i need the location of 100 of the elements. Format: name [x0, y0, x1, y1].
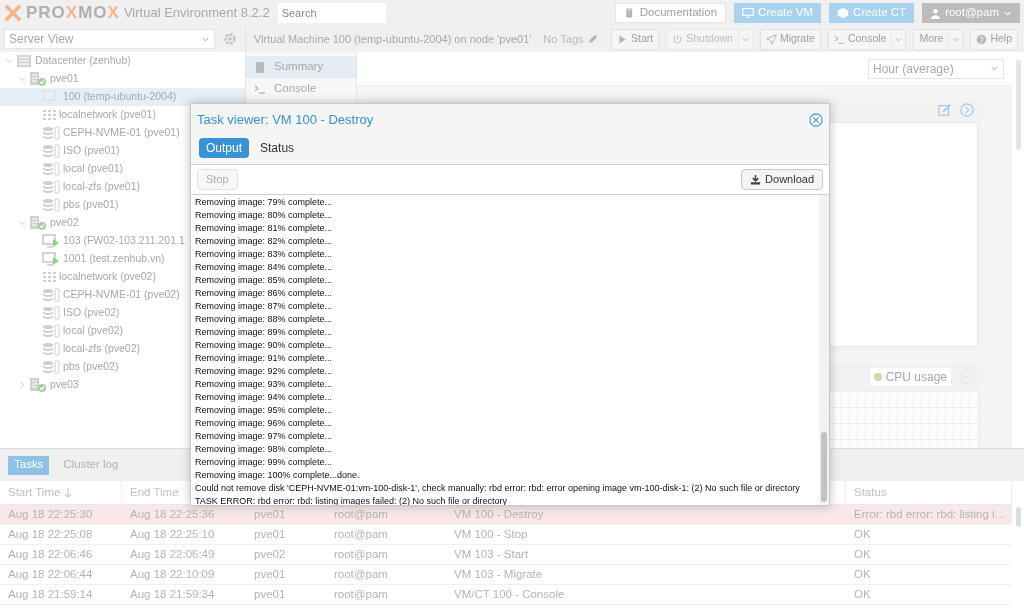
tab[interactable]: Status [253, 138, 302, 158]
column-header[interactable]: End Time [130, 483, 179, 502]
database-icon [42, 306, 60, 320]
log-line: Removing image: 79% complete... [195, 196, 333, 209]
log-line: Removing image: 89% complete... [195, 326, 333, 339]
chevron-down-icon[interactable] [18, 75, 26, 83]
close-icon[interactable] [809, 113, 823, 127]
toolbar-button[interactable]: Console [827, 28, 907, 50]
table-cell-text: pve01 [253, 506, 287, 522]
table-cell-text: pve01 [253, 566, 287, 582]
server-check-icon [29, 215, 47, 231]
log-line: Removing image: 94% complete... [195, 391, 333, 404]
view-selector[interactable]: Server View [4, 29, 215, 49]
table-cell-text: VM 100 - Destroy [453, 506, 545, 522]
vm-title: Virtual Machine 100 (temp-ubuntu-2004) on node 'pve01' [254, 31, 532, 47]
log-line: Removing image: 87% complete... [195, 300, 333, 313]
search-field[interactable]: Search [277, 3, 386, 23]
table-cell-text: pve01 [253, 586, 287, 602]
database-icon [42, 162, 60, 176]
create-ct-button[interactable]: Create CT [829, 3, 915, 23]
tags-field[interactable]: No Tags [543, 30, 598, 48]
table-cell-text: VM 103 - Migrate [453, 566, 544, 582]
column-header[interactable]: Start Time [8, 483, 73, 502]
settings-icon[interactable] [223, 32, 237, 46]
nav-item[interactable]: Console [246, 78, 356, 100]
log-line: Removing image: 100% complete...done. [195, 469, 360, 482]
user-icon [930, 7, 942, 19]
help-icon [976, 33, 988, 45]
download-button[interactable]: Download [741, 169, 823, 190]
table-cell-text: Aug 18 21:59:34 [129, 586, 216, 602]
table-cell-text: root@pam [333, 506, 389, 522]
toolbar-button[interactable]: Migrate [759, 28, 821, 50]
edit-icon[interactable] [938, 103, 952, 117]
paper-plane-icon [765, 33, 777, 45]
documentation-button[interactable]: Documentation [614, 3, 727, 23]
toolbar-button[interactable]: Start [611, 28, 660, 50]
terminal-icon [254, 83, 266, 95]
user-menu-button[interactable]: root@pam [922, 3, 1020, 23]
log-line: Removing image: 98% complete... [195, 443, 333, 456]
tab[interactable]: Output [199, 138, 250, 158]
table-cell-text: OK [853, 526, 872, 542]
caret-icon [990, 64, 999, 73]
database-icon [42, 144, 60, 158]
table-cell-text: Error: rbd error: rbd: listing i… [853, 506, 1008, 522]
log-line: Removing image: 90% complete... [195, 339, 333, 352]
table-row[interactable]: Aug 18 22:25:08 Aug 18 22:25:10 pve01 root@pam VM 100 - Stop OK [0, 525, 1012, 545]
nav-item[interactable]: Summary [246, 56, 356, 78]
chevron-right-icon[interactable] [18, 381, 26, 389]
sort-arrow-icon [64, 486, 73, 499]
database-icon [42, 180, 60, 194]
log-line: Removing image: 92% complete... [195, 365, 333, 378]
server-check-icon [29, 377, 47, 393]
log-line: Removing image: 81% complete... [195, 222, 333, 235]
chevron-down-icon[interactable] [18, 219, 26, 227]
table-row[interactable]: Aug 18 22:25:30 Aug 18 22:25:36 pve01 root@pam VM 100 - Destroy Error: rbd error: rbd: listing i… [0, 505, 1012, 525]
create-vm-button[interactable]: Create VM [734, 3, 822, 23]
database-icon [42, 126, 60, 140]
pencil-icon [587, 34, 598, 44]
table-cell-text: Aug 18 22:25:08 [7, 526, 94, 542]
grid-icon [42, 271, 56, 283]
table-cell-text: Aug 18 21:59:14 [7, 586, 94, 602]
table-cell-text: Aug 18 22:25:10 [129, 526, 216, 542]
log-line: Removing image: 97% complete... [195, 430, 333, 443]
scrollbar-thumb[interactable] [821, 432, 827, 502]
cube-icon [837, 7, 850, 19]
database-icon [42, 288, 60, 302]
table-row[interactable]: Aug 18 22:06:46 Aug 18 22:06:49 pve02 root@pam VM 103 - Start OK [0, 545, 1012, 565]
log-line: Removing image: 99% complete... [195, 456, 333, 469]
toolbar-button[interactable]: More [913, 28, 964, 50]
legend-item[interactable]: CPU usage [868, 367, 952, 387]
table-cell-text: root@pam [333, 546, 389, 562]
terminal-icon [833, 33, 845, 45]
tree-item[interactable]: pve01 [0, 70, 245, 88]
version-label: Virtual Environment 8.2.2 [123, 4, 270, 23]
log-line: Removing image: 83% complete... [195, 248, 333, 261]
log-line: Removing image: 91% complete... [195, 352, 333, 365]
log-line: TASK ERROR: rbd error: rbd: listing images failed: (2) No such file or directory [195, 495, 507, 505]
toolbar-button[interactable]: Help [970, 28, 1018, 50]
column-header[interactable]: Status [854, 483, 887, 502]
timeframe-selector[interactable]: Hour (average) [868, 58, 1004, 79]
scrollbar-thumb[interactable] [1015, 507, 1021, 527]
scrollbar-thumb[interactable] [1015, 60, 1021, 150]
download-icon [750, 174, 762, 185]
log-line: Removing image: 96% complete... [195, 417, 333, 430]
table-cell-text: root@pam [333, 526, 389, 542]
monitor-icon [742, 7, 755, 19]
tab[interactable]: Tasks [8, 455, 50, 475]
database-icon [42, 324, 60, 338]
table-row[interactable]: Aug 18 22:06:44 Aug 18 22:10:09 pve01 root@pam VM 103 - Migrate OK [0, 565, 1012, 585]
monitor-play-icon [42, 252, 60, 266]
tree-item[interactable]: 100 (temp-ubuntu-2004) [0, 88, 245, 106]
table-row[interactable]: Aug 18 21:59:14 Aug 18 21:59:34 pve01 root@pam VM/CT 100 - Console OK [0, 585, 1012, 605]
table-cell-text: Aug 18 22:25:30 [7, 506, 94, 522]
log-line: Removing image: 80% complete... [195, 209, 333, 222]
chevron-down-icon[interactable] [5, 57, 13, 65]
tree-item[interactable]: Datacenter (zenhub) [0, 52, 245, 70]
log-line: Removing image: 93% complete... [195, 378, 333, 391]
chevron-circle-icon[interactable] [960, 103, 974, 117]
tab[interactable]: Cluster log [57, 455, 125, 475]
table-cell-text: OK [853, 546, 872, 562]
